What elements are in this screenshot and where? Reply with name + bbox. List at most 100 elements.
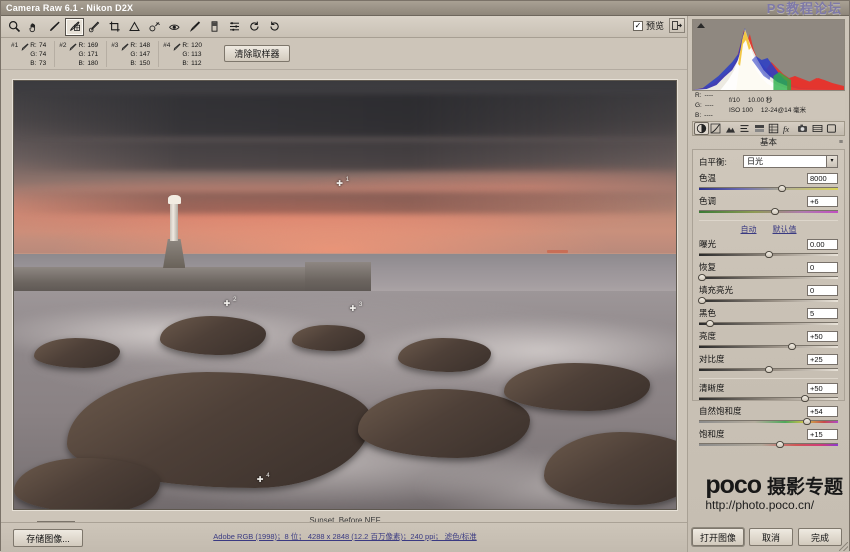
exposure-value[interactable]: 0.00 <box>807 238 838 250</box>
clarity-slider-knob[interactable] <box>800 395 809 402</box>
contrast-slider-knob[interactable] <box>764 366 773 373</box>
sampler-g-label: G: <box>30 50 38 58</box>
adjustment-brush-tool[interactable] <box>185 18 204 36</box>
chevron-down-icon[interactable]: ▾ <box>826 156 837 167</box>
color-sampler-3-b: 150 <box>139 60 151 68</box>
zoom-tool[interactable] <box>5 18 24 36</box>
brightness-slider[interactable] <box>699 343 838 350</box>
fill-light-value[interactable]: 0 <box>807 284 838 296</box>
color-sampler-4-g: 113 <box>191 50 202 58</box>
photo-preview[interactable]: ✚ 1 ✚ 2 ✚ 3 ✚ 4 <box>13 80 677 510</box>
fullscreen-toggle-button[interactable] <box>669 18 685 33</box>
straighten-tool[interactable] <box>125 18 144 36</box>
rock-6 <box>503 363 650 411</box>
saturation-slider[interactable] <box>699 441 838 448</box>
rotate-ccw-tool[interactable] <box>245 18 264 36</box>
brightness-slider-knob[interactable] <box>788 343 797 350</box>
color-sampler-2-values: R: 169 G: 171 B: 180 <box>79 41 99 69</box>
vibrance-slider-track <box>699 420 838 423</box>
targeted-adjustment-tool[interactable] <box>85 18 104 36</box>
tab-detail[interactable] <box>723 122 738 135</box>
blacks-slider[interactable] <box>699 320 838 327</box>
workflow-options-link[interactable]: Adobe RGB (1998)；8 位； 4288 x 2848 (12.2 … <box>1 531 689 542</box>
clear-samplers-button[interactable]: 清除取样器 <box>224 45 290 62</box>
saturation-slider-knob[interactable] <box>775 441 784 448</box>
panel-menu-icon[interactable]: ≡ <box>839 137 843 149</box>
contrast-value[interactable]: +25 <box>807 353 838 365</box>
panel-title: 基本 <box>759 137 777 147</box>
tab-camera-calibration[interactable] <box>796 122 811 135</box>
saturation-value[interactable]: +15 <box>807 428 838 440</box>
color-sampler-1-r: 74 <box>39 41 47 49</box>
tint-row: 色调 +6 <box>699 195 838 207</box>
fill-light-slider[interactable] <box>697 297 838 304</box>
brightness-value[interactable]: +50 <box>807 330 838 342</box>
clarity-value[interactable]: +50 <box>807 382 838 394</box>
saturation-slider-track <box>699 443 838 446</box>
recovery-slider[interactable] <box>697 274 838 281</box>
fill-light-slider-knob[interactable] <box>697 297 706 304</box>
recovery-slider-knob[interactable] <box>697 274 706 281</box>
clarity-slider[interactable] <box>699 395 838 402</box>
graduated-filter-tool[interactable] <box>205 18 224 36</box>
white-balance-tool[interactable] <box>45 18 64 36</box>
cancel-button[interactable]: 取消 <box>749 528 793 546</box>
vibrance-slider[interactable] <box>699 418 838 425</box>
red-eye-removal-tool[interactable] <box>165 18 184 36</box>
tint-slider-knob[interactable] <box>771 208 780 215</box>
recovery-value[interactable]: 0 <box>807 261 838 273</box>
rock-3 <box>292 324 365 351</box>
vibrance-slider-knob[interactable] <box>803 418 812 425</box>
preview-checkbox[interactable]: ✓ 预览 <box>632 19 664 32</box>
tab-split-toning[interactable] <box>752 122 767 135</box>
exif-lens: 12-24@14 毫米 <box>760 107 807 114</box>
tint-slider[interactable] <box>699 208 838 215</box>
brightness-row: 亮度 +50 <box>699 330 838 342</box>
blacks-slider-knob[interactable] <box>706 320 715 327</box>
sampler-b-label: B: <box>30 60 37 68</box>
color-sampler-3-values: R: 148 G: 147 B: 150 <box>130 41 150 69</box>
auto-link[interactable]: 自动 <box>741 224 757 235</box>
spot-removal-tool[interactable] <box>145 18 164 36</box>
contrast-slider[interactable] <box>699 366 838 373</box>
image-canvas-area[interactable]: ✚ 1 ✚ 2 ✚ 3 ✚ 4 <box>1 70 689 514</box>
white-balance-label: 白平衡: <box>699 156 727 167</box>
sampler-r-label: R: <box>30 41 37 49</box>
rotate-cw-tool[interactable] <box>265 18 284 36</box>
preferences-tool[interactable] <box>225 18 244 36</box>
temperature-value[interactable]: 8000 <box>807 172 838 184</box>
default-link[interactable]: 默认值 <box>773 224 797 235</box>
crop-tool[interactable] <box>105 18 124 36</box>
poco-watermark-url: http://photo.poco.cn/ <box>705 497 815 512</box>
color-sampler-tool[interactable] <box>65 17 84 36</box>
tab-snapshots[interactable] <box>825 122 840 135</box>
color-sampler-1: #1 R: 74 G: 74 B: 73 <box>7 40 56 68</box>
done-button[interactable]: 完成 <box>798 528 842 546</box>
tint-value[interactable]: +6 <box>807 195 838 207</box>
temperature-row: 色温 8000 <box>699 172 838 184</box>
exposure-slider[interactable] <box>699 251 838 258</box>
color-sampler-3-index: #3 <box>111 41 119 49</box>
white-balance-select[interactable]: 日光 ▾ <box>743 155 838 168</box>
tab-lens-correction[interactable] <box>767 122 782 135</box>
sampler-g-label: G: <box>182 50 190 58</box>
preview-checkbox-box[interactable]: ✓ <box>632 20 643 31</box>
temperature-slider[interactable] <box>699 185 838 192</box>
tab-effects[interactable]: fx <box>781 122 796 135</box>
tab-hsl-grayscale[interactable] <box>738 122 753 135</box>
tab-basic[interactable] <box>694 122 709 135</box>
tab-presets[interactable] <box>810 122 825 135</box>
saturation-label: 饱和度 <box>699 429 725 439</box>
vibrance-value[interactable]: +54 <box>807 405 838 417</box>
window-resize-grip[interactable] <box>839 542 848 551</box>
shadow-clipping-indicator[interactable] <box>697 23 705 28</box>
temperature-slider-knob[interactable] <box>778 185 787 192</box>
exposure-slider-knob[interactable] <box>764 251 773 258</box>
fill-light-row: 填充亮光 0 <box>699 284 838 296</box>
color-sampler-2-g: 171 <box>87 50 99 58</box>
temperature-slider-track <box>699 187 838 190</box>
tab-tone-curve[interactable] <box>709 122 724 135</box>
hand-tool[interactable] <box>25 18 44 36</box>
blacks-value[interactable]: 5 <box>807 307 838 319</box>
open-image-button[interactable]: 打开图像 <box>692 528 744 546</box>
